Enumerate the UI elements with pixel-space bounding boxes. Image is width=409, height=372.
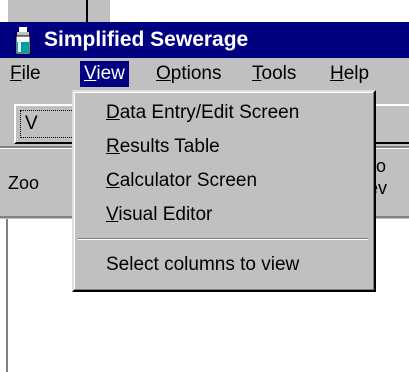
zoom-label: Zoo <box>8 173 40 193</box>
toolbar-button-1-label: V <box>20 110 78 138</box>
menu-item-select-columns[interactable]: Select columns to view <box>106 250 299 280</box>
menu-bar: File View Options Tools Help <box>0 58 409 90</box>
menu-file[interactable]: File <box>6 61 45 87</box>
background-window-edge-right <box>88 0 110 22</box>
menu-tools[interactable]: Tools <box>248 61 300 87</box>
window-title: Simplified Sewerage <box>44 28 249 51</box>
menu-item-data-entry[interactable]: Data Entry/Edit Screen <box>106 98 299 128</box>
app-window: Simplified Sewerage File View Options To… <box>0 0 409 372</box>
menu-help[interactable]: Help <box>326 61 373 87</box>
bottle-icon[interactable] <box>12 27 34 55</box>
background-window-strip <box>0 0 409 22</box>
title-bar[interactable]: Simplified Sewerage <box>0 22 409 58</box>
menu-item-visual-editor[interactable]: Visual Editor <box>106 200 212 230</box>
client-area-edge <box>6 219 8 372</box>
menu-separator <box>78 238 368 240</box>
background-window-edge <box>8 0 88 22</box>
menu-item-results-table[interactable]: Results Table <box>106 132 220 162</box>
view-menu-dropdown: Data Entry/Edit Screen Results Table Cal… <box>72 90 376 292</box>
menu-options[interactable]: Options <box>152 61 225 87</box>
menu-item-calculator[interactable]: Calculator Screen <box>106 166 257 196</box>
menu-view[interactable]: View <box>80 61 129 87</box>
